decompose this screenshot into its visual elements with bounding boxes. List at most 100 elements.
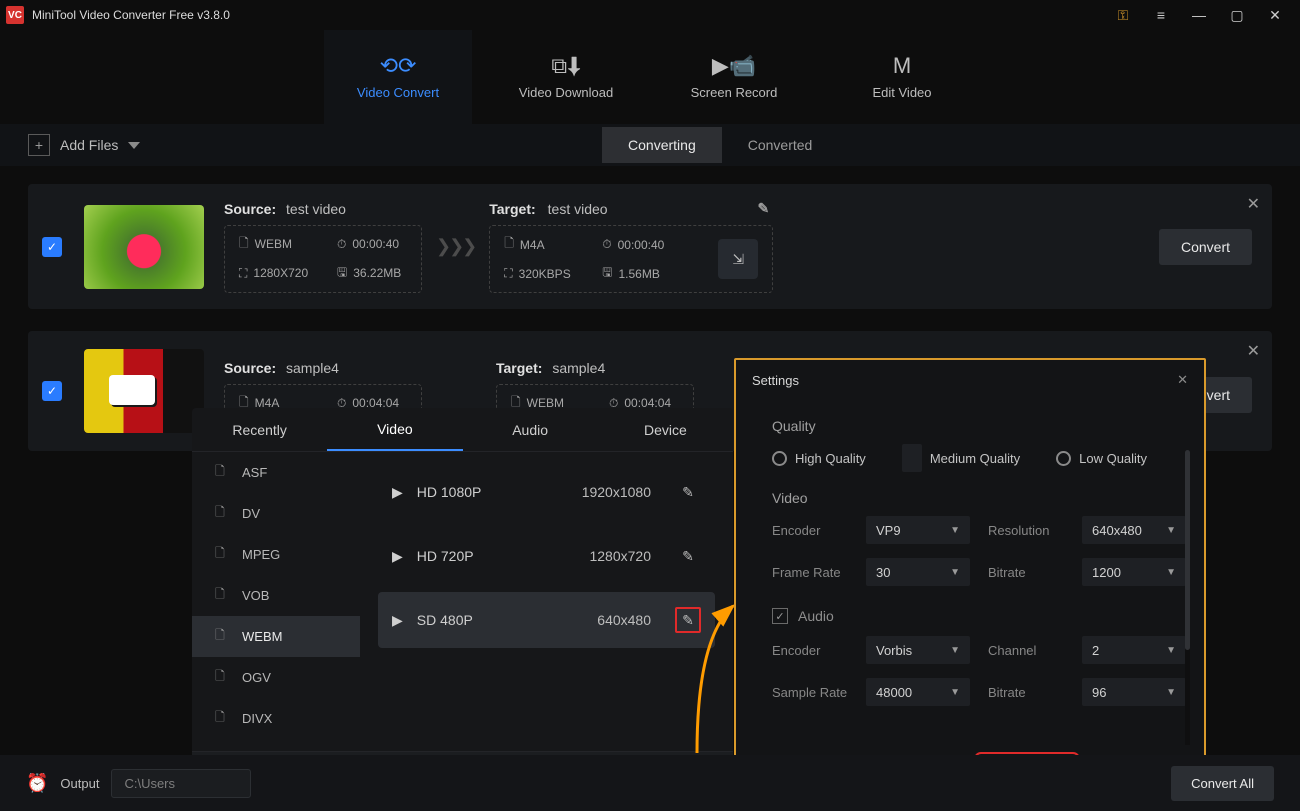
output-label: Output [60, 776, 99, 791]
audio-checkbox[interactable]: ✓ [772, 608, 788, 624]
res-name: HD 1080P [417, 484, 568, 500]
chevron-down-icon: ▼ [950, 525, 960, 536]
format-vob[interactable]: 🗋VOB [192, 575, 360, 616]
menu-icon[interactable]: ≡ [1142, 0, 1180, 30]
size-icon: 🖫 [602, 263, 612, 284]
app-title: MiniTool Video Converter Free v3.8.0 [32, 8, 230, 22]
popover-tab-audio[interactable]: Audio [463, 408, 598, 451]
modal-close-icon[interactable]: ✕ [1177, 372, 1188, 388]
tab-converting[interactable]: Converting [602, 127, 722, 163]
download-icon: ⧉⬇ [551, 55, 580, 77]
app-logo: VC [6, 6, 24, 24]
edit-icon[interactable]: ✎ [675, 607, 701, 633]
target-format: M4A [520, 238, 545, 252]
target-name: sample4 [552, 360, 605, 376]
format-3gp[interactable]: 🗋3GP [192, 739, 360, 751]
chevron-down-icon: ▼ [1166, 525, 1176, 536]
tab-video-download[interactable]: ⧉⬇ Video Download [492, 30, 640, 124]
tab-screen-record-label: Screen Record [691, 85, 778, 100]
key-icon[interactable]: ⚿ [1104, 0, 1142, 30]
encoder-label: Encoder [772, 523, 848, 538]
radio-high-quality[interactable]: High Quality [772, 444, 866, 472]
target-duration: 00:00:40 [618, 238, 665, 252]
resolution-select[interactable]: 640x480▼ [1082, 516, 1186, 544]
video-icon: ▶ [392, 548, 403, 565]
tab-converted[interactable]: Converted [722, 127, 839, 163]
res-dim: 1280x720 [589, 548, 651, 564]
format-mpeg[interactable]: 🗋MPEG [192, 534, 360, 575]
radio-medium-quality[interactable]: Medium Quality [902, 444, 1020, 472]
res-720p[interactable]: ▶ HD 720P 1280x720 ✎ [378, 528, 715, 584]
edit-icon[interactable]: ✎ [675, 479, 701, 505]
format-webm[interactable]: 🗋WEBM [192, 616, 360, 657]
vbitrate-select[interactable]: 1200▼ [1082, 558, 1186, 586]
settings-modal: Settings ✕ Quality High Quality Medium Q… [734, 358, 1206, 803]
tab-video-convert[interactable]: ⟲⟳ Video Convert [324, 30, 472, 124]
edit-target-icon[interactable]: ✎ [758, 200, 770, 217]
res-1080p[interactable]: ▶ HD 1080P 1920x1080 ✎ [378, 464, 715, 520]
source-res: 1280X720 [253, 266, 308, 280]
chevron-down-icon: ▼ [950, 687, 960, 698]
scrollbar[interactable] [1185, 450, 1190, 745]
clock-icon: ⏱ [337, 237, 346, 252]
video-heading: Video [772, 490, 1168, 506]
video-thumbnail [84, 349, 204, 433]
target-bitrate: 320KBPS [519, 267, 571, 281]
tab-video-download-label: Video Download [519, 85, 613, 100]
framerate-select[interactable]: 30▼ [866, 558, 970, 586]
source-format: WEBM [255, 237, 292, 251]
res-name: SD 480P [417, 612, 584, 628]
convert-all-button[interactable]: Convert All [1171, 766, 1274, 801]
samplerate-select[interactable]: 48000▼ [866, 678, 970, 706]
popover-tab-device[interactable]: Device [598, 408, 733, 451]
popover-tab-recently[interactable]: Recently [192, 408, 327, 451]
record-icon: ▶📹 [712, 55, 756, 77]
res-dim: 640x480 [597, 612, 651, 628]
target-label: Target: [489, 201, 535, 217]
chevron-down-icon [128, 142, 140, 149]
footer: ⏰ Output C:\Users Convert All [0, 755, 1300, 811]
file-icon: 🗋 [210, 585, 230, 606]
format-dv[interactable]: 🗋DV [192, 493, 360, 534]
chevron-down-icon: ▼ [1166, 567, 1176, 578]
clock-icon[interactable]: ⏰ [26, 773, 48, 794]
res-480p[interactable]: ▶ SD 480P 640x480 ✎ [378, 592, 715, 648]
convert-button[interactable]: Convert [1159, 229, 1252, 265]
card-close-icon[interactable]: ✕ [1247, 341, 1260, 361]
card-close-icon[interactable]: ✕ [1247, 194, 1260, 214]
minimize-icon[interactable]: — [1180, 0, 1218, 30]
plus-icon: + [28, 134, 50, 156]
checkbox[interactable]: ✓ [42, 381, 62, 401]
output-path-field[interactable]: C:\Users [111, 769, 251, 798]
resolution-icon: ⛶ [239, 266, 247, 281]
source-name: test video [286, 201, 346, 217]
format-sidebar[interactable]: 🗋ASF 🗋DV 🗋MPEG 🗋VOB 🗋WEBM 🗋OGV 🗋DIVX 🗋3G… [192, 452, 360, 751]
file-icon: 🗋 [210, 708, 230, 729]
clock-icon: ⏱ [602, 237, 611, 252]
channel-select[interactable]: 2▼ [1082, 636, 1186, 664]
audio-encoder-select[interactable]: Vorbis▼ [866, 636, 970, 664]
top-nav: ⟲⟳ Video Convert ⧉⬇ Video Download ▶📹 Sc… [0, 30, 1300, 124]
source-label: Source: [224, 360, 276, 376]
close-icon[interactable]: ✕ [1256, 0, 1294, 30]
toolbar: + Add Files Converting Converted [0, 124, 1300, 166]
format-divx[interactable]: 🗋DIVX [192, 698, 360, 739]
radio-low-quality[interactable]: Low Quality [1056, 444, 1147, 472]
tab-screen-record[interactable]: ▶📹 Screen Record [660, 30, 808, 124]
target-name: test video [548, 201, 608, 217]
popover-tab-video[interactable]: Video [327, 408, 462, 451]
abitrate-select[interactable]: 96▼ [1082, 678, 1186, 706]
format-asf[interactable]: 🗋ASF [192, 452, 360, 493]
tab-edit-video[interactable]: M Edit Video [828, 30, 976, 124]
target-size: 1.56MB [618, 267, 659, 281]
target-settings-icon[interactable]: ⇲ [718, 239, 758, 279]
arrows-icon: ❯❯❯ [436, 236, 475, 257]
chevron-down-icon: ▼ [950, 645, 960, 656]
format-ogv[interactable]: 🗋OGV [192, 657, 360, 698]
maximize-icon[interactable]: ▢ [1218, 0, 1256, 30]
add-files-button[interactable]: + Add Files [28, 134, 140, 156]
video-encoder-select[interactable]: VP9▼ [866, 516, 970, 544]
edit-icon[interactable]: ✎ [675, 543, 701, 569]
res-dim: 1920x1080 [582, 484, 651, 500]
checkbox[interactable]: ✓ [42, 237, 62, 257]
